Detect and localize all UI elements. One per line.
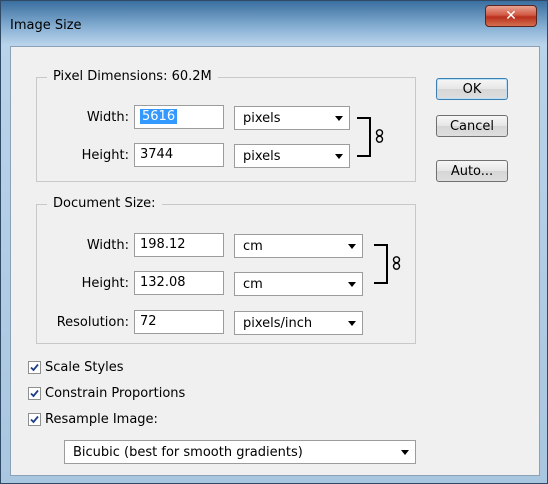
doc-height-input[interactable]: 132.08 [134,271,224,295]
scale-styles-label: Scale Styles [45,360,124,375]
link-icon [392,256,401,270]
close-button[interactable]: ✕ [485,5,537,27]
resample-image-label: Resample Image: [45,412,158,427]
image-size-dialog: Image Size ✕ Pixel Dimensions: 60.2M Wid… [0,0,548,484]
checkmark-icon [30,415,39,424]
resolution-label: Resolution: [56,315,129,330]
constrain-proportions-label: Constrain Proportions [45,386,186,401]
resample-image-checkbox[interactable] [28,413,41,426]
ok-button[interactable]: OK [436,78,508,100]
auto-button[interactable]: Auto... [436,160,508,182]
constrain-proportions-option[interactable]: Constrain Proportions [28,386,185,401]
pixel-height-label: Height: [81,148,129,163]
chevron-down-icon [335,116,343,121]
resolution-input[interactable]: 72 [134,310,224,334]
chevron-down-icon [348,282,356,287]
pixel-constrain-bracket [357,117,371,157]
scale-styles-option[interactable]: Scale Styles [28,360,124,375]
doc-height-label: Height: [81,276,129,291]
doc-height-unit-select[interactable]: cm [234,272,363,296]
document-size-heading: Document Size: [47,196,162,211]
pixel-width-label: Width: [86,110,129,125]
dialog-client-area: Pixel Dimensions: 60.2M Width: 5616 pixe… [10,46,540,476]
checkmark-icon [30,389,39,398]
pixel-height-unit-select[interactable]: pixels [234,144,350,168]
checkmark-icon [30,363,39,372]
dialog-title: Image Size [10,18,82,33]
pixel-width-unit-select[interactable]: pixels [234,106,350,130]
link-icon [375,129,384,143]
close-icon: ✕ [505,8,517,24]
resample-image-option[interactable]: Resample Image: [28,412,158,427]
doc-constrain-bracket [374,244,388,284]
chevron-down-icon [335,154,343,159]
pixel-dimensions-size: 60.2M [171,69,212,84]
doc-width-input[interactable]: 198.12 [134,233,224,257]
pixel-width-input[interactable]: 5616 [134,105,224,129]
constrain-proportions-checkbox[interactable] [28,387,41,400]
chevron-down-icon [401,450,409,455]
resolution-unit-select[interactable]: pixels/inch [234,311,363,335]
cancel-button[interactable]: Cancel [436,115,508,137]
chevron-down-icon [348,244,356,249]
doc-width-unit-select[interactable]: cm [234,234,363,258]
resample-method-select[interactable]: Bicubic (best for smooth gradients) [64,440,416,464]
pixel-height-input[interactable]: 3744 [134,143,224,167]
pixel-dimensions-heading: Pixel Dimensions: 60.2M [47,69,218,84]
chevron-down-icon [348,321,356,326]
doc-width-label: Width: [86,238,129,253]
scale-styles-checkbox[interactable] [28,361,41,374]
